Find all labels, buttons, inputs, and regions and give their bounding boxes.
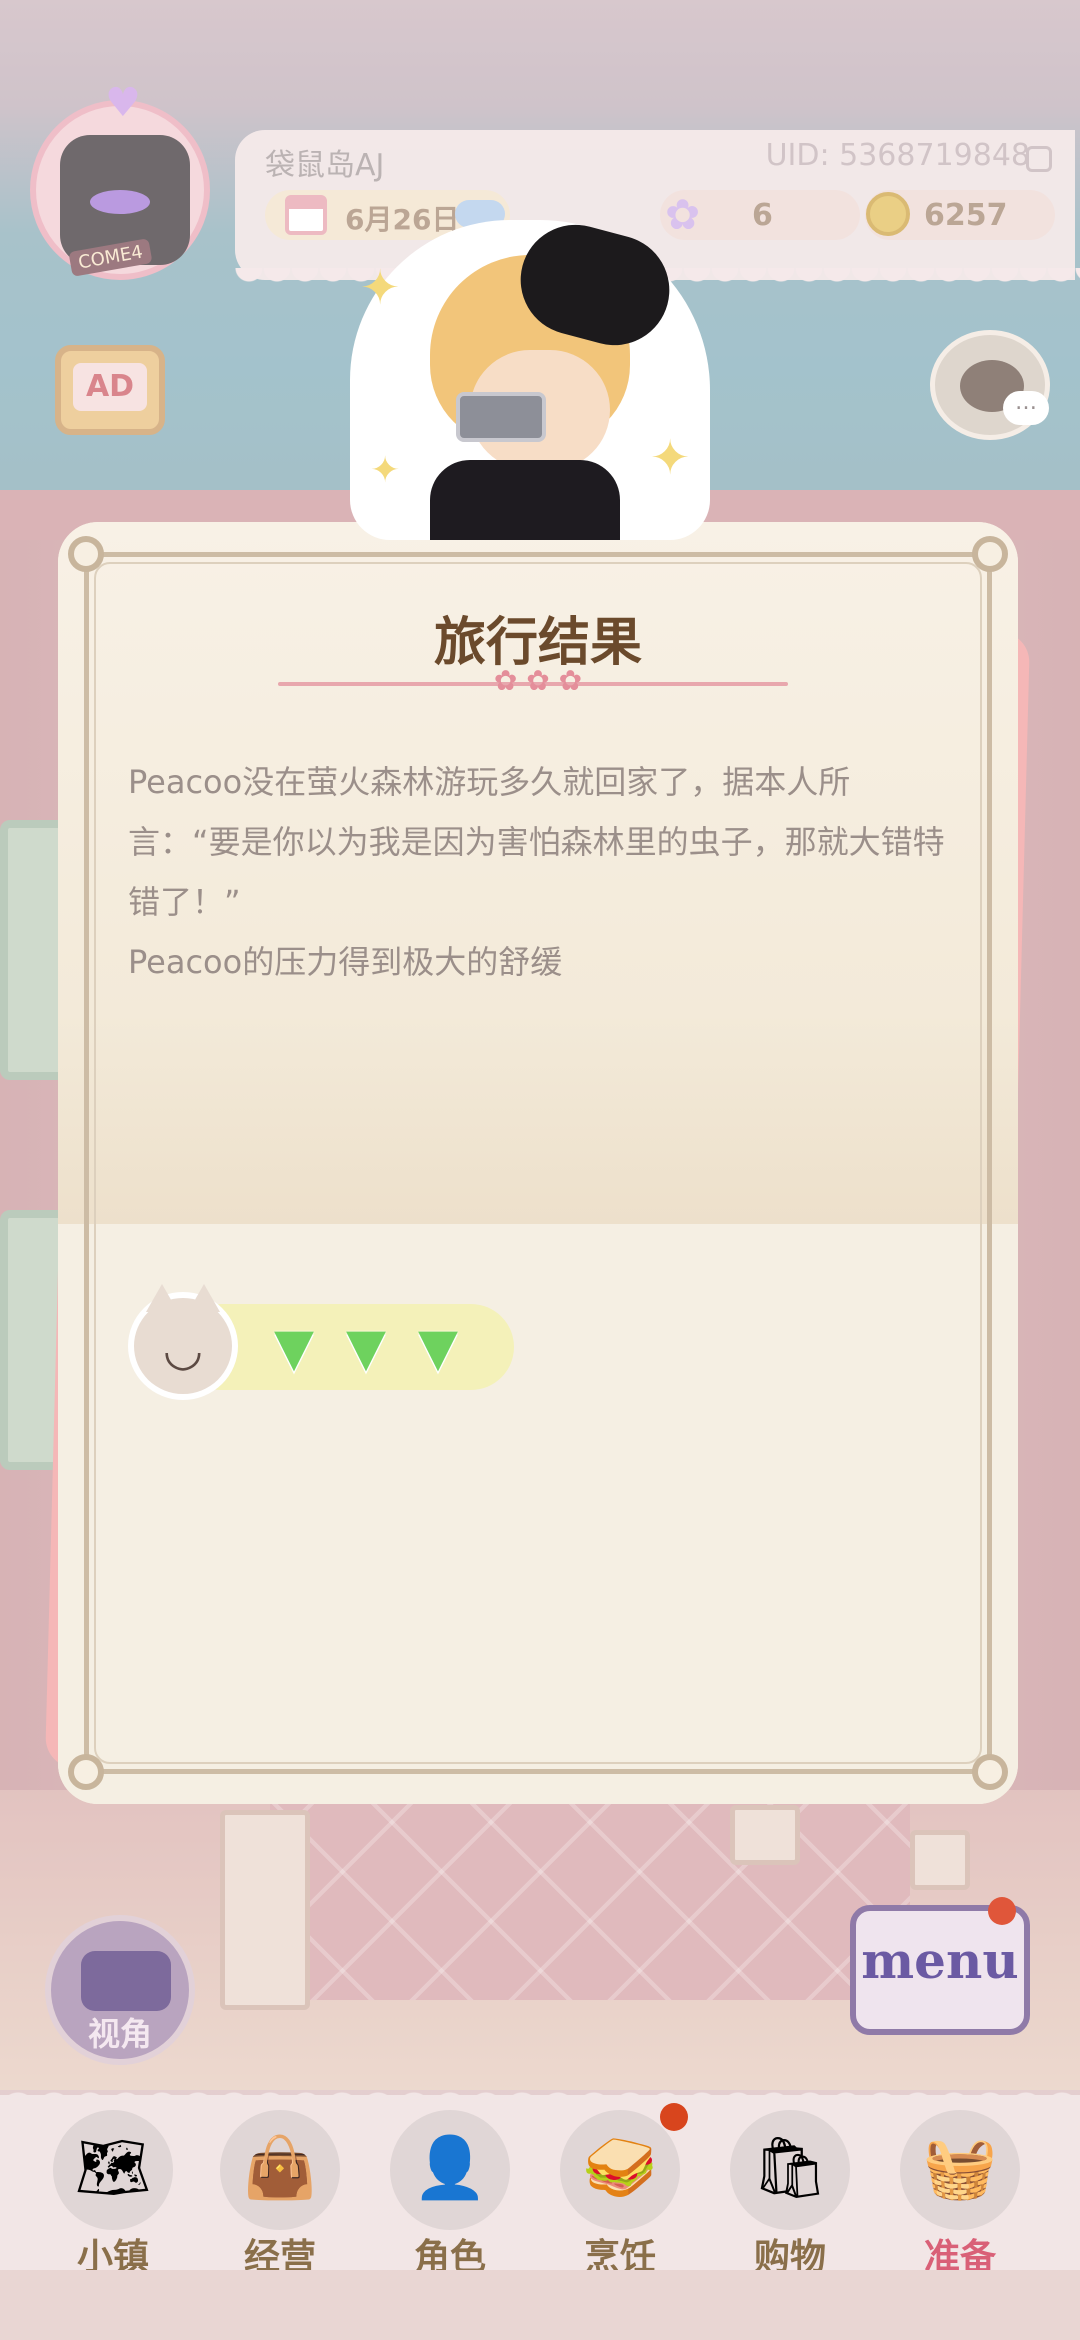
down-arrow-icon: ▼ bbox=[274, 1318, 314, 1378]
result-effect-summary: Peacoo的压力得到极大的舒缓 bbox=[128, 943, 563, 981]
map-icon: 🗺 bbox=[53, 2110, 173, 2230]
shop-bag-lock-icon: 👜 bbox=[220, 2110, 340, 2230]
sparkle-icon: ✦ bbox=[370, 450, 401, 491]
camera-view-label: 视角 bbox=[87, 2015, 152, 2053]
cat-ear bbox=[146, 1284, 178, 1312]
cooking-icon: 🥪 bbox=[560, 2110, 680, 2230]
menu-notification-dot bbox=[988, 1897, 1016, 1925]
cooking-notification-dot bbox=[660, 2103, 688, 2131]
nav-scallop-edge bbox=[0, 2080, 1080, 2110]
cat-ear bbox=[188, 1284, 220, 1312]
result-description: Peacoo没在萤火森林游玩多久就回家了，据本人所言：“要是你以为我是因为害怕森… bbox=[128, 752, 958, 992]
shopping-bag-icon: 🛍 bbox=[730, 2110, 850, 2230]
result-paragraph: Peacoo没在萤火森林游玩多久就回家了，据本人所言：“要是你以为我是因为害怕森… bbox=[128, 763, 945, 921]
corner-ornament bbox=[68, 1754, 104, 1790]
character-body bbox=[430, 460, 620, 540]
cat-mood-icon: ◡ bbox=[128, 1284, 238, 1400]
character-icon: 👤 bbox=[390, 2110, 510, 2230]
sparkle-icon: ✦ bbox=[650, 430, 691, 486]
corner-ornament bbox=[972, 1754, 1008, 1790]
bottom-safe-area bbox=[0, 2270, 1080, 2340]
down-arrow-icon: ▼ bbox=[346, 1318, 386, 1378]
character-sticker: ✦ ✦ ✦ bbox=[350, 200, 710, 540]
menu-label: menu bbox=[861, 1931, 1019, 1990]
phone-camera-icon bbox=[456, 392, 546, 442]
corner-ornament bbox=[972, 536, 1008, 572]
down-arrow-icon: ▼ bbox=[418, 1318, 458, 1378]
title-flower-ornament: ✿ ✿ ✿ bbox=[493, 664, 583, 697]
video-camera-icon bbox=[81, 1951, 171, 2011]
travel-result-dialog: 旅行结果 ✿ ✿ ✿ Peacoo没在萤火森林游玩多久就回家了，据本人所言：“要… bbox=[58, 522, 1018, 1804]
sparkle-icon: ✦ bbox=[360, 260, 401, 316]
cat-smile-face: ◡ bbox=[162, 1322, 204, 1376]
basket-icon: 🧺 bbox=[900, 2110, 1020, 2230]
camera-view-button[interactable]: 视角 bbox=[45, 1915, 195, 2065]
corner-ornament bbox=[68, 536, 104, 572]
dialog-inner-border-thin bbox=[94, 562, 982, 1764]
stress-effect-row: ◡ ▼ ▼ ▼ bbox=[128, 1284, 518, 1402]
